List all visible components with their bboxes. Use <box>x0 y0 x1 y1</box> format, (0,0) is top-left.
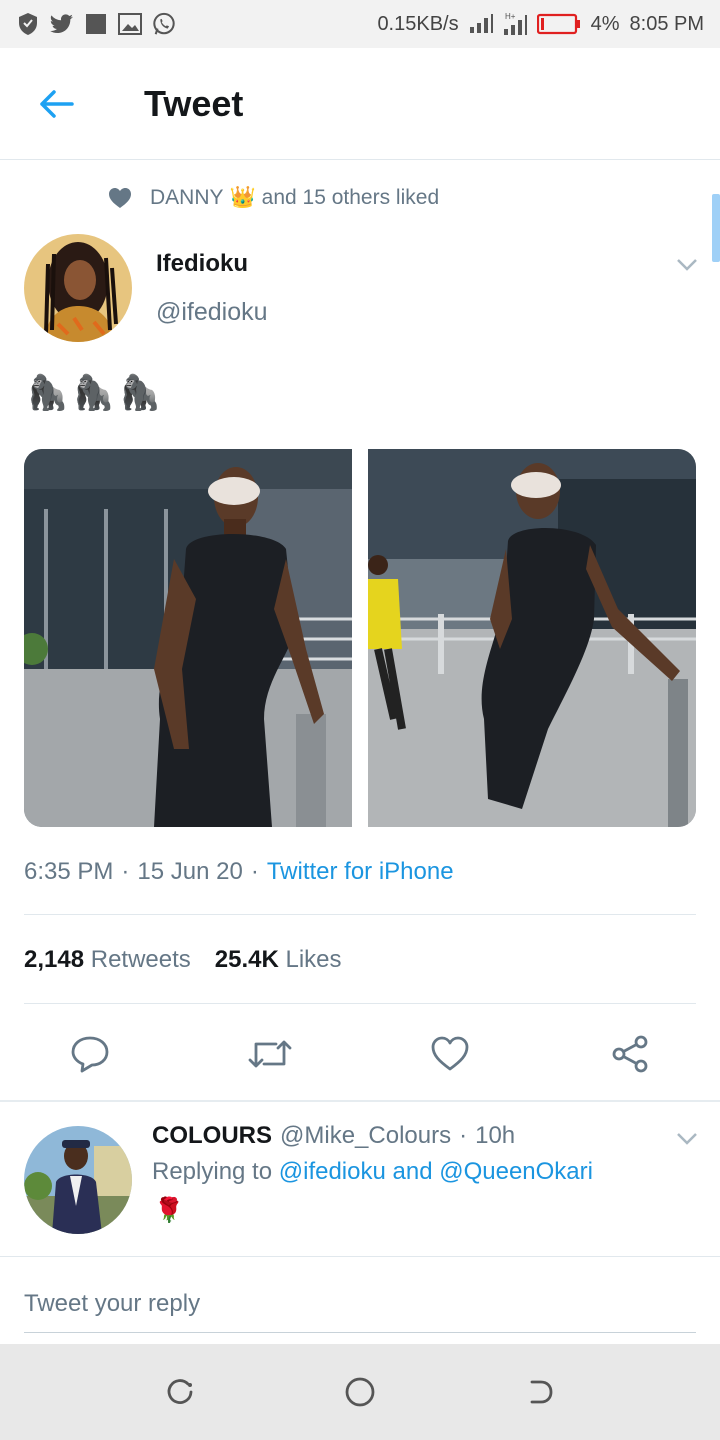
battery-percent: 4% <box>590 12 620 35</box>
reply-button[interactable] <box>0 1026 180 1082</box>
author-handle[interactable]: @ifedioku <box>156 298 268 327</box>
back-button[interactable] <box>26 74 86 134</box>
like-count: 25.4K <box>214 946 279 973</box>
svg-text:H+: H+ <box>505 12 516 21</box>
home-button[interactable] <box>330 1362 390 1422</box>
tweet-text: 🦍🦍🦍 <box>26 374 166 412</box>
meta-separator: · <box>250 858 259 885</box>
tweet-photo-1[interactable] <box>24 449 352 827</box>
liked-text: and 15 others liked <box>261 186 440 209</box>
reply-composer <box>0 1256 720 1344</box>
battery-icon <box>536 12 581 36</box>
tweet-media <box>24 449 696 827</box>
reply-time: 10h <box>475 1122 516 1149</box>
signal-4g-icon: H+ <box>503 12 527 36</box>
tweet-actions <box>0 1026 720 1082</box>
chevron-down-icon <box>677 1133 697 1145</box>
likes-stat[interactable]: 25.4K Likes <box>215 946 342 974</box>
back-nav-icon <box>530 1380 553 1404</box>
reply-header: COLOURS @Mike_Colours · 10h <box>152 1122 515 1150</box>
retweet-button[interactable] <box>180 1026 360 1082</box>
like-button[interactable] <box>360 1026 540 1082</box>
replying-to: Replying to @ifedioku and @QueenOkari <box>152 1158 593 1186</box>
shield-icon <box>16 12 40 36</box>
tweet-meta: 6:35 PM · 15 Jun 20 · Twitter for iPhone <box>24 858 454 886</box>
meta-separator: · <box>121 858 130 885</box>
reply-separator: · <box>459 1122 468 1149</box>
likes-label: Likes <box>285 946 342 973</box>
chevron-down-icon <box>677 259 697 271</box>
navigation-bar <box>0 1344 720 1440</box>
twitter-icon <box>50 12 74 36</box>
divider <box>24 1003 696 1004</box>
tweet-date: 15 Jun 20 <box>137 858 243 885</box>
tweet-stats: 2,148 Retweets 25.4K Likes <box>24 946 342 974</box>
reply-menu-button[interactable] <box>672 1124 702 1154</box>
avatar[interactable] <box>24 234 132 342</box>
retweet-count: 2,148 <box>24 946 85 973</box>
network-speed: 0.15KB/s <box>377 12 459 35</box>
recents-button[interactable] <box>150 1362 210 1422</box>
liker-name: DANNY <box>150 186 224 209</box>
app-bar: Tweet <box>0 48 720 160</box>
clock: 8:05 PM <box>629 12 704 35</box>
tweet-time: 6:35 PM <box>24 858 114 885</box>
divider <box>24 914 696 915</box>
status-bar: 0.15KB/s H+ 4% 8:05 PM <box>0 0 720 48</box>
reply-input[interactable] <box>24 1275 696 1333</box>
author-name[interactable]: Ifedioku <box>156 250 248 278</box>
arrow-left-icon <box>40 89 74 118</box>
scrollbar[interactable] <box>712 194 720 262</box>
reply-author-handle[interactable]: @Mike_Colours <box>280 1122 451 1150</box>
recents-icon <box>167 1379 193 1404</box>
like-icon <box>431 1036 469 1071</box>
replying-prefix: Replying to <box>152 1158 273 1185</box>
reply-avatar[interactable] <box>24 1126 132 1234</box>
retweets-stat[interactable]: 2,148 Retweets <box>24 946 191 974</box>
tweet-source-link[interactable]: Twitter for iPhone <box>267 858 454 886</box>
reply-author-name[interactable]: COLOURS <box>152 1122 272 1150</box>
back-nav-button[interactable] <box>510 1362 570 1422</box>
page-title: Tweet <box>144 82 244 124</box>
square-icon <box>84 12 108 36</box>
reply-icon <box>71 1036 109 1073</box>
share-icon <box>612 1035 648 1073</box>
signal-icon <box>469 12 493 36</box>
gallery-icon <box>118 12 142 36</box>
home-icon <box>345 1377 375 1407</box>
tweet-menu-button[interactable] <box>672 250 702 280</box>
heart-icon <box>109 188 131 208</box>
reply-mentions[interactable]: @ifedioku and @QueenOkari <box>279 1158 593 1185</box>
retweet-icon <box>248 1040 292 1068</box>
retweets-label: Retweets <box>90 946 191 973</box>
crown-emoji: 👑 <box>229 186 256 209</box>
social-context[interactable]: DANNY 👑 and 15 others liked <box>108 180 439 216</box>
share-button[interactable] <box>540 1026 720 1082</box>
tweet-photo-2[interactable] <box>368 449 696 827</box>
divider <box>0 1100 720 1102</box>
reply-text: 🌹 <box>154 1197 184 1224</box>
whatsapp-icon <box>152 12 176 36</box>
